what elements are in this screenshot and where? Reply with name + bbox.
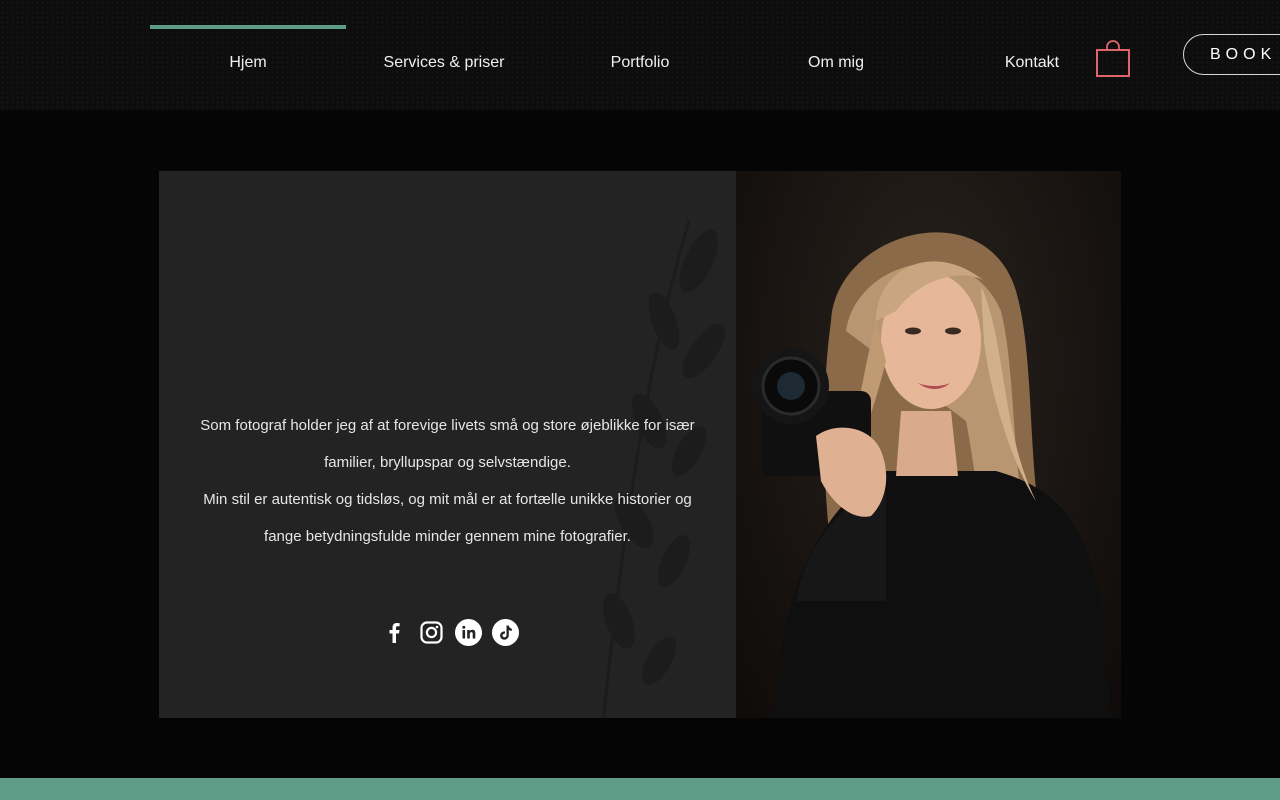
nav-item-label: Portfolio (610, 54, 670, 71)
linkedin-icon[interactable] (455, 619, 482, 646)
instagram-icon[interactable] (418, 619, 445, 646)
portrait-photo (736, 171, 1121, 718)
footer-accent-band (0, 778, 1280, 800)
bio-paragraph: Som fotograf holder jeg af at forevige l… (200, 417, 695, 471)
site-header: Hjem Services & priser Portfolio Om mig … (0, 0, 1280, 110)
nav-item-label: Services & priser (383, 54, 505, 71)
nav-item-hjem[interactable]: Hjem (150, 0, 346, 110)
book-now-label: BOOK NU (1210, 46, 1280, 63)
nav-item-label: Hjem (229, 54, 267, 71)
nav-item-om-mig[interactable]: Om mig (738, 0, 934, 110)
intro-panel: Som fotograf holder jeg af at forevige l… (159, 171, 736, 718)
nav-item-services[interactable]: Services & priser (346, 0, 542, 110)
shopping-bag-icon[interactable] (1094, 38, 1132, 80)
book-now-button[interactable]: BOOK NU (1183, 34, 1280, 75)
bio-paragraph: Min stil er autentisk og tidsløs, og mit… (203, 491, 692, 545)
hero-card: Som fotograf holder jeg af at forevige l… (159, 171, 1121, 718)
nav-item-label: Om mig (808, 54, 864, 71)
photographer-portrait (753, 232, 1111, 718)
tiktok-icon[interactable] (492, 619, 519, 646)
facebook-icon[interactable] (381, 619, 408, 646)
nav-item-portfolio[interactable]: Portfolio (542, 0, 738, 110)
bio-text: Som fotograf holder jeg af at forevige l… (189, 407, 706, 555)
